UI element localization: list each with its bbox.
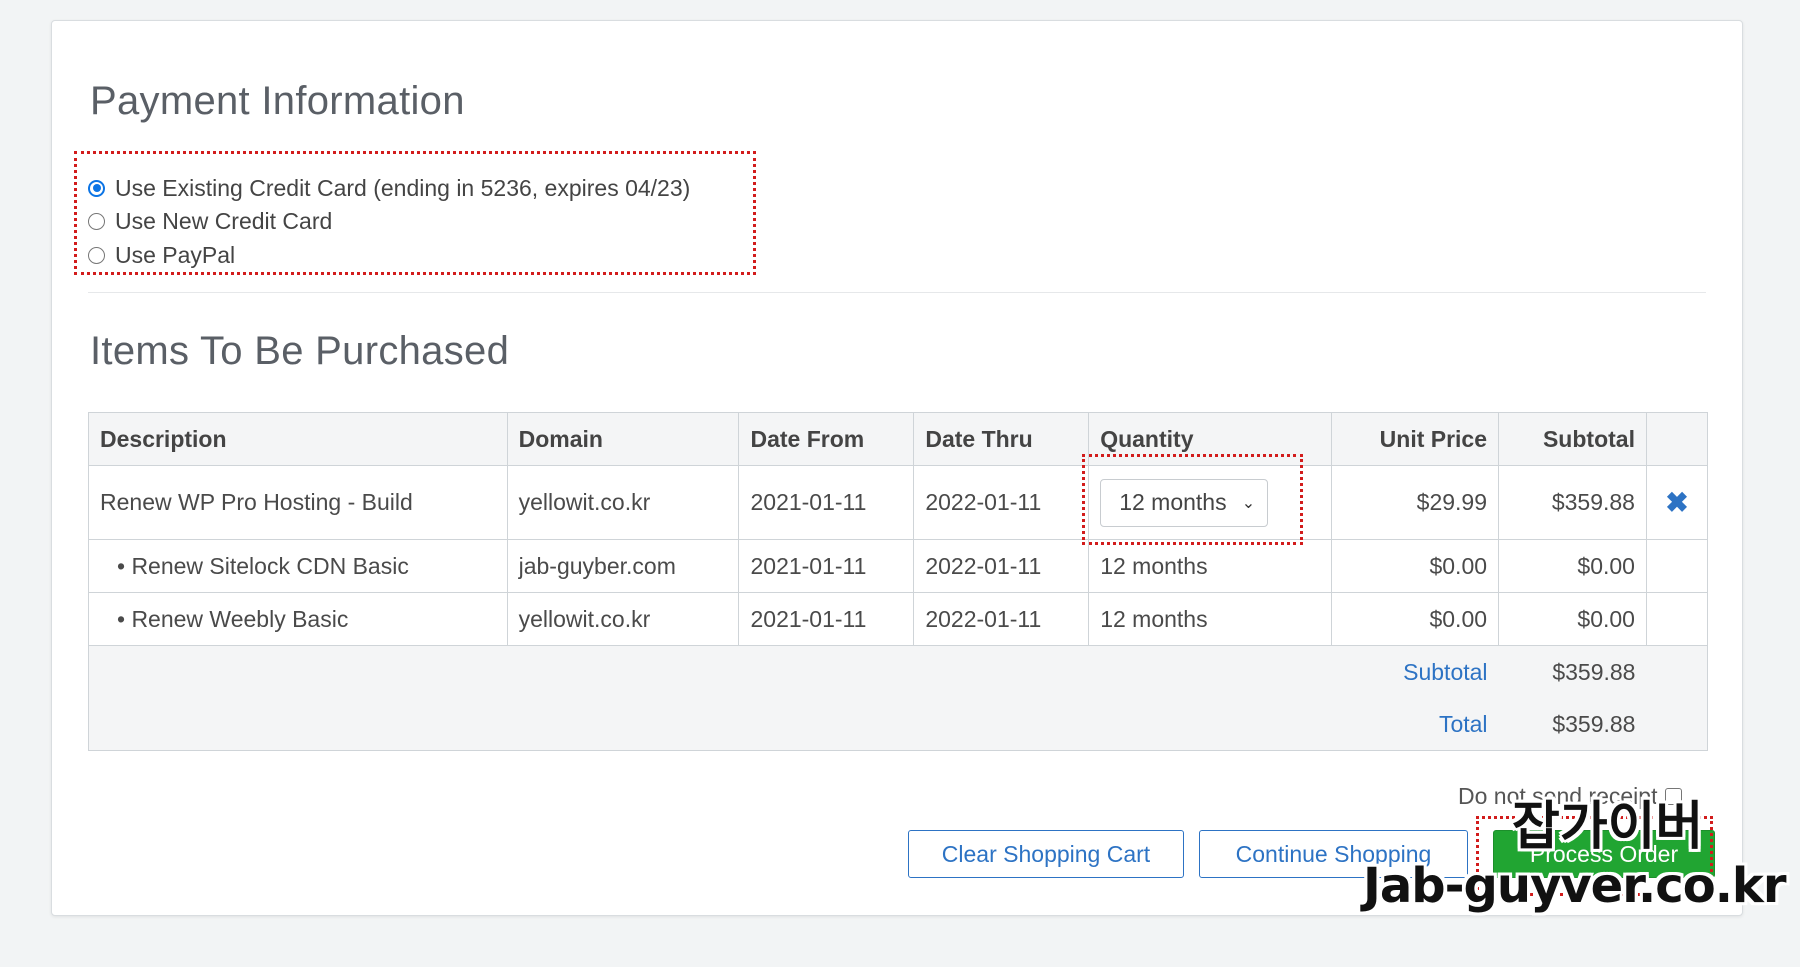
col-subtotal: Subtotal	[1498, 412, 1647, 466]
cell-date-from: 2021-01-11	[738, 592, 915, 646]
payment-option-existing-card[interactable]: Use Existing Credit Card (ending in 5236…	[88, 172, 690, 204]
cell-date-from: 2021-01-11	[738, 465, 915, 540]
watermark-site: Jab-guyver.co.kr	[1363, 858, 1787, 914]
radio-paypal[interactable]	[88, 246, 105, 264]
payment-option-label: Use Existing Credit Card (ending in 5236…	[115, 174, 691, 201]
cell-remove: ✖	[1645, 465, 1709, 540]
table-row: • Renew Sitelock CDN Basic jab-guyber.co…	[88, 539, 1709, 593]
col-description: Description	[88, 412, 508, 466]
cell-description: • Renew Sitelock CDN Basic	[88, 539, 508, 593]
cell-unit-price: $0.00	[1331, 539, 1500, 593]
col-domain: Domain	[506, 412, 740, 466]
cell-date-thru: 2022-01-11	[913, 592, 1090, 646]
cell-domain: jab-guyber.com	[506, 539, 740, 593]
table-row: • Renew Weebly Basic yellowit.co.kr 2021…	[88, 592, 1709, 646]
cell-date-thru: 2022-01-11	[913, 465, 1090, 540]
items-title: Items To Be Purchased	[90, 329, 510, 373]
subtotal-label: Subtotal	[1331, 645, 1499, 698]
radio-existing-card[interactable]	[88, 179, 105, 197]
cell-date-thru: 2022-01-11	[913, 539, 1090, 593]
cell-subtotal: $0.00	[1498, 592, 1647, 646]
subtotal-row: Subtotal $359.88	[87, 645, 1709, 698]
radio-new-card[interactable]	[88, 212, 105, 230]
quantity-highlight	[1082, 454, 1303, 545]
payment-title: Payment Information	[90, 79, 465, 123]
cell-unit-price: $29.99	[1331, 465, 1500, 540]
items-table: Description Domain Date From Date Thru Q…	[87, 412, 1709, 751]
col-date-from: Date From	[738, 412, 915, 466]
subtotal-value: $359.88	[1498, 645, 1647, 698]
cell-description: Renew WP Pro Hosting - Build	[88, 465, 508, 540]
section-divider	[88, 292, 1706, 293]
cell-date-from: 2021-01-11	[738, 539, 915, 593]
total-label: Total	[1331, 698, 1499, 751]
cell-subtotal: $0.00	[1498, 539, 1647, 593]
clear-cart-button[interactable]: Clear Shopping Cart	[908, 830, 1184, 878]
cell-subtotal: $359.88	[1498, 465, 1647, 540]
payment-option-paypal[interactable]: Use PayPal	[88, 239, 235, 271]
payment-option-new-card[interactable]: Use New Credit Card	[88, 205, 332, 237]
cell-quantity: 12 months	[1088, 592, 1333, 646]
table-header-row: Description Domain Date From Date Thru Q…	[88, 412, 1709, 466]
cell-empty	[1645, 539, 1709, 593]
close-icon[interactable]: ✖	[1658, 486, 1696, 519]
cell-quantity: 12 months	[1088, 539, 1333, 593]
cell-empty	[1645, 592, 1709, 646]
col-date-thru: Date Thru	[913, 412, 1090, 466]
payment-option-label: Use PayPal	[115, 241, 236, 268]
cell-description: • Renew Weebly Basic	[88, 592, 508, 646]
payment-option-label: Use New Credit Card	[115, 207, 333, 234]
cell-domain: yellowit.co.kr	[506, 592, 740, 646]
col-unit-price: Unit Price	[1331, 412, 1500, 466]
cell-domain: yellowit.co.kr	[506, 465, 740, 540]
total-row: Total $359.88	[87, 698, 1709, 751]
total-value: $359.88	[1498, 698, 1647, 751]
order-card: Payment Information Use Existing Credit …	[51, 20, 1743, 916]
watermark-korean: 잡가이버	[1512, 797, 1704, 857]
col-actions	[1645, 412, 1709, 466]
cell-unit-price: $0.00	[1331, 592, 1500, 646]
table-row: Renew WP Pro Hosting - Build yellowit.co…	[88, 465, 1709, 540]
